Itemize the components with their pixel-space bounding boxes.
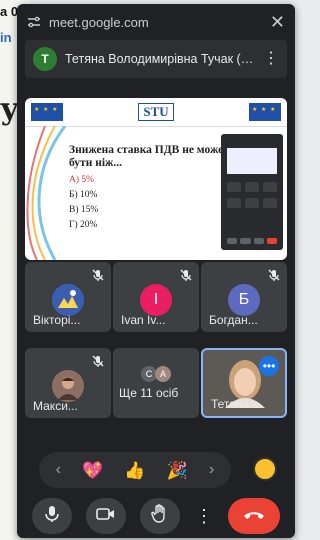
end-call-icon — [243, 507, 265, 525]
participant-name: Богдан... — [209, 313, 258, 327]
participant-tile[interactable]: Б Богдан... — [201, 262, 287, 332]
call-controls: ⋮ — [17, 494, 295, 538]
participant-name: Ще 11 осіб — [119, 386, 179, 400]
answer-option: Г) 20% — [69, 220, 98, 230]
university-logo: STU — [138, 103, 174, 121]
preview-tile — [245, 182, 259, 192]
mic-off-icon — [179, 268, 193, 282]
avatar-stack: C A — [141, 366, 171, 382]
preview-slide — [227, 148, 277, 174]
more-vert-icon[interactable]: ⋮ — [263, 51, 279, 67]
answer-option: Б) 10% — [69, 190, 98, 200]
presenter-name: Тетяна Володимирівна Тучак (Ви ... — [65, 52, 255, 66]
slide-answers: А) 5% Б) 10% В) 15% Г) 20% — [69, 175, 98, 235]
mic-icon — [44, 505, 60, 528]
participant-tile[interactable]: I Ivan Iv... — [113, 262, 199, 332]
site-settings-icon[interactable] — [27, 15, 41, 29]
participant-tile[interactable]: Вікторі... — [25, 262, 111, 332]
slide-question: Знижена ставка ПДВ не може бути ніж... — [69, 144, 224, 169]
background-link: in — [0, 30, 12, 45]
background-text: а 0 — [0, 4, 19, 19]
preview-tile — [227, 182, 241, 192]
presenter-preview — [221, 134, 283, 250]
avatar: Б — [228, 284, 260, 316]
raise-hand-icon — [151, 503, 169, 529]
reaction-heart[interactable]: 💖 — [82, 462, 103, 479]
more-vert-icon[interactable]: ⋮ — [194, 498, 214, 534]
presenter-bar[interactable]: T Тетяна Володимирівна Тучак (Ви ... ⋮ — [25, 40, 287, 78]
eu-flag-icon — [31, 103, 63, 121]
participant-name: Макси... — [33, 399, 78, 413]
eu-flag-icon — [249, 103, 282, 121]
participant-tile[interactable]: Макси... — [25, 348, 111, 418]
avatar: A — [155, 366, 171, 382]
preview-tile — [263, 182, 277, 192]
reaction-thumbs-up[interactable]: 👍 — [124, 462, 145, 479]
answer-option: В) 15% — [69, 205, 99, 215]
avatar: T — [33, 47, 57, 71]
chevron-left-icon[interactable]: ‹ — [56, 461, 61, 479]
participant-name: Ivan Iv... — [121, 313, 166, 327]
preview-tile — [245, 198, 259, 208]
answer-option: А) 5% — [69, 175, 95, 185]
avatar — [52, 370, 84, 402]
shared-screen[interactable]: STU Знижена ставка ПДВ не може бути ніж.… — [25, 98, 287, 260]
preview-tile — [263, 198, 277, 208]
slide-header: STU — [25, 98, 287, 127]
camera-icon — [96, 507, 116, 526]
end-call-button[interactable] — [228, 498, 280, 534]
preview-tile — [227, 198, 241, 208]
reaction-skin-tone-button[interactable] — [253, 457, 277, 481]
participant-name: Тетяна ... — [211, 397, 263, 411]
participant-tile-self[interactable]: ••• Тетяна ... — [201, 348, 287, 418]
camera-button[interactable] — [86, 498, 126, 534]
avatar — [52, 284, 84, 316]
mic-off-icon — [267, 268, 281, 282]
avatar: I — [140, 284, 172, 316]
mic-button[interactable] — [32, 498, 72, 534]
participant-name: Вікторі... — [33, 313, 81, 327]
reactions-bar: ‹ 💖 👍 🎉 › — [39, 452, 231, 488]
mic-off-icon — [91, 268, 105, 282]
meet-window: meet.google.com ✕ T Тетяна Володимирівна… — [17, 4, 295, 538]
raise-hand-button[interactable] — [140, 498, 180, 534]
url-text[interactable]: meet.google.com — [49, 15, 262, 30]
mic-off-icon — [91, 354, 105, 368]
chevron-right-icon[interactable]: › — [209, 461, 214, 479]
preview-controls — [227, 238, 277, 244]
slide-decoration — [26, 126, 67, 260]
url-bar: meet.google.com ✕ — [17, 4, 295, 40]
close-icon[interactable]: ✕ — [270, 13, 285, 31]
more-participants-tile[interactable]: C A Ще 11 осіб — [113, 348, 199, 418]
reaction-party[interactable]: 🎉 — [167, 462, 188, 479]
